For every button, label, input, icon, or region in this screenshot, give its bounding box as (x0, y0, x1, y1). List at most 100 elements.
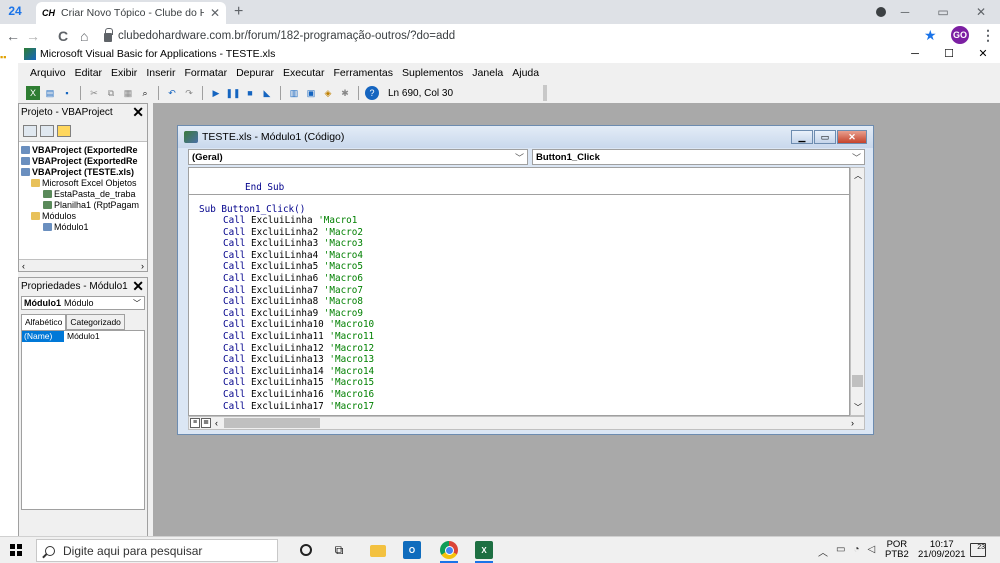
media-indicator-icon[interactable] (876, 7, 886, 17)
home-button[interactable]: ⌂ (80, 28, 88, 44)
view-code-icon[interactable] (23, 124, 37, 137)
break-icon[interactable]: ❚❚ (225, 86, 240, 100)
paste-icon[interactable]: ▦ (121, 86, 135, 100)
redo-icon[interactable]: ↷ (182, 86, 196, 100)
taskbar-clock[interactable]: 10:17 21/09/2021 (918, 540, 966, 560)
menu-depurar[interactable]: Depurar (236, 67, 274, 79)
toolbar-grip[interactable] (543, 85, 547, 101)
menu-inserir[interactable]: Inserir (146, 67, 175, 79)
vba-close-button[interactable]: ✕ (966, 45, 1000, 63)
scroll-down-icon[interactable]: ﹀ (854, 402, 862, 413)
tab-categorizado[interactable]: Categorizado (66, 314, 125, 330)
tree-item[interactable]: VBAProject (ExportedRe (21, 144, 147, 155)
toggle-folders-icon[interactable] (57, 124, 71, 137)
vba-minimize-button[interactable]: ─ (898, 45, 932, 63)
properties-pane-close-icon[interactable]: ✕ (132, 278, 144, 294)
object-browser-icon[interactable]: ◈ (321, 86, 335, 100)
tab-alfabetico[interactable]: Alfabético (21, 314, 67, 330)
view-object-icon[interactable] (40, 124, 54, 137)
chevron-down-icon[interactable]: ﹀ (515, 151, 524, 164)
project-pane-hscrollbar[interactable]: ‹ › (19, 259, 147, 271)
vba-maximize-button[interactable]: ☐ (932, 45, 966, 63)
code-vscrollbar[interactable]: ︿ ﹀ (850, 167, 865, 416)
scroll-thumb[interactable] (852, 375, 863, 387)
scroll-left-icon[interactable]: ‹ (215, 418, 218, 428)
back-button[interactable]: ← (6, 28, 20, 44)
procedure-combo[interactable]: Button1_Click ﹀ (532, 149, 865, 165)
tree-item[interactable]: VBAProject (ExportedRe (21, 155, 147, 166)
excel-icon[interactable]: X (475, 541, 493, 559)
property-row[interactable]: (Name) Módulo1 (22, 331, 144, 342)
url-text[interactable]: clubedohardware.com.br/forum/182-program… (118, 30, 455, 42)
tree-item[interactable]: Módulo1 (21, 221, 147, 232)
tree-item[interactable]: Módulos (21, 210, 147, 221)
design-mode-icon[interactable]: ◣ (260, 86, 274, 100)
browser-minimize-button[interactable]: ─ (886, 0, 924, 24)
browser-tab[interactable]: CH Criar Novo Tópico - Clube do Ha ✕ (36, 2, 226, 24)
reload-button[interactable]: C (58, 28, 68, 44)
hscroll-thumb[interactable] (224, 418, 320, 428)
find-icon[interactable]: ⌕ (138, 86, 152, 100)
object-combo[interactable]: (Geral) ﹀ (188, 149, 528, 165)
battery-icon[interactable]: ▭ (836, 544, 845, 559)
insert-module-icon[interactable]: ▤ (43, 86, 57, 100)
cortana-icon[interactable] (300, 544, 312, 556)
undo-icon[interactable]: ↶ (165, 86, 179, 100)
forward-button[interactable]: → (26, 28, 40, 44)
toolbox-icon[interactable]: ✱ (338, 86, 352, 100)
chrome-icon[interactable] (440, 541, 458, 559)
taskbar-search[interactable]: Digite aqui para pesquisar (36, 539, 278, 562)
copy-icon[interactable]: ⧉ (104, 86, 118, 100)
lock-icon[interactable] (104, 28, 113, 42)
chevron-down-icon[interactable]: ﹀ (852, 151, 861, 164)
menu-executar[interactable]: Executar (283, 67, 324, 79)
run-icon[interactable]: ▶ (209, 86, 223, 100)
browser-menu-icon[interactable]: ⋮ (981, 27, 995, 44)
apps-grid-icon[interactable]: ▪▪ (0, 52, 18, 62)
volume-icon[interactable]: ◁ (868, 544, 876, 559)
url-field[interactable]: clubedohardware.com.br/forum/182-program… (104, 27, 914, 45)
scroll-left-icon[interactable]: ‹ (22, 261, 25, 271)
menu-ajuda[interactable]: Ajuda (512, 67, 539, 79)
profile-avatar[interactable]: GO (951, 26, 969, 44)
full-module-view-icon[interactable]: ≣ (201, 418, 211, 428)
language-indicator[interactable]: POR PTB2 (885, 540, 909, 560)
tray-expand-icon[interactable]: ︿ (818, 544, 828, 559)
menu-suplementos[interactable]: Suplementos (402, 67, 463, 79)
menu-ferramentas[interactable]: Ferramentas (333, 67, 393, 79)
tab-count-badge[interactable]: 24 (4, 4, 26, 20)
scroll-right-icon[interactable]: › (851, 418, 854, 428)
project-explorer-icon[interactable]: ▥ (287, 86, 301, 100)
object-select[interactable]: Módulo1 Módulo ﹀ (21, 296, 145, 310)
windows-start-icon[interactable] (10, 544, 22, 556)
code-maximize-button[interactable]: ▭ (814, 130, 836, 144)
tree-item[interactable]: EstaPasta_de_traba (21, 188, 147, 199)
property-value[interactable]: Módulo1 (64, 331, 100, 342)
properties-window-icon[interactable]: ▣ (304, 86, 318, 100)
network-icon[interactable]: ◔ (853, 544, 859, 559)
scroll-up-icon[interactable]: ︿ (854, 170, 862, 181)
outlook-icon[interactable]: O (403, 541, 421, 559)
menu-editar[interactable]: Editar (75, 67, 102, 79)
code-minimize-button[interactable]: ▁ (791, 130, 813, 144)
code-close-button[interactable]: ✕ (837, 130, 867, 144)
save-icon[interactable]: ▪ (60, 86, 74, 100)
project-pane-close-icon[interactable]: ✕ (132, 104, 144, 120)
tree-item[interactable]: Microsoft Excel Objetos (21, 177, 147, 188)
task-view-icon[interactable]: ⧉ (330, 541, 348, 559)
menu-exibir[interactable]: Exibir (111, 67, 137, 79)
tree-item[interactable]: VBAProject (TESTE.xls) (21, 166, 147, 177)
scroll-right-icon[interactable]: › (141, 261, 144, 271)
bookmark-star-icon[interactable]: ★ (924, 27, 937, 44)
file-explorer-icon[interactable] (370, 545, 386, 557)
chevron-down-icon[interactable]: ﹀ (133, 298, 141, 309)
menu-janela[interactable]: Janela (472, 67, 503, 79)
menu-arquivo[interactable]: Arquivo (30, 67, 66, 79)
procedure-view-icon[interactable]: ≡ (190, 418, 200, 428)
menu-formatar[interactable]: Formatar (185, 67, 228, 79)
cut-icon[interactable]: ✂ (87, 86, 101, 100)
help-icon[interactable]: ? (365, 86, 379, 100)
tree-item[interactable]: Planilha1 (RptPagam (21, 199, 147, 210)
tab-close-icon[interactable]: ✕ (210, 6, 220, 20)
browser-close-button[interactable]: ✕ (962, 0, 1000, 24)
